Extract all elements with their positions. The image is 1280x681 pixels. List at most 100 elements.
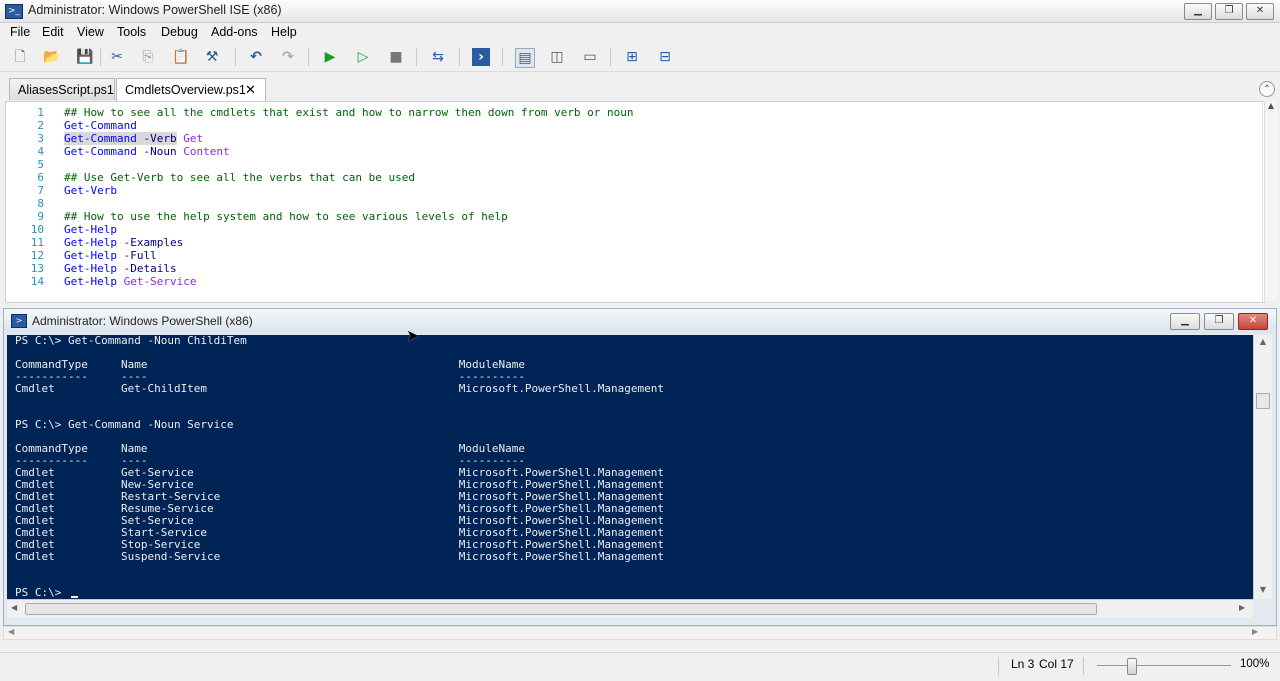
code-line[interactable]: Get-Command -Noun Content [64, 145, 230, 158]
close-button[interactable]: ✕ [1246, 3, 1274, 20]
line-number: 10 [30, 223, 44, 236]
code-line[interactable]: Get-Help -Full [64, 249, 157, 262]
cut-icon[interactable]: ✂ [108, 48, 126, 66]
collapse-script-pane-icon[interactable]: ⌃ [1259, 81, 1275, 97]
line-number: 7 [37, 184, 44, 197]
redo-icon[interactable]: ↷ [279, 48, 297, 66]
console-hscroll-thumb[interactable] [25, 603, 1097, 615]
save-icon[interactable]: 💾 [76, 48, 94, 66]
paste-icon[interactable]: 📋 [172, 48, 190, 66]
console-minimize-button[interactable]: ▁ [1170, 313, 1200, 330]
run-script-icon[interactable]: ▶ [321, 48, 339, 66]
minimize-button[interactable]: ▁ [1184, 3, 1212, 20]
tab-cmdletsoverview[interactable]: CmdletsOverview.ps1 ✕ [116, 78, 266, 102]
menu-addons[interactable]: Add-ons [211, 25, 258, 39]
pane-horizontal-scrollbar[interactable]: ◀ ▶ [3, 626, 1277, 640]
menu-debug[interactable]: Debug [161, 25, 198, 39]
toolbar: 🗋 📂 💾 ✂ ⎘ 📋 ⚒ ↶ ↷ ▶ ▷ ■ ⇆ › ▤ ◫ ▭ ⊞ ⊟ [0, 43, 1280, 72]
console-close-button[interactable]: ✕ [1238, 313, 1268, 330]
console-output[interactable]: PS C:\> Get-Command -Noun ChildiTem Comma… [7, 335, 1253, 599]
scroll-down-arrow-icon[interactable]: ▼ [1254, 585, 1272, 595]
layout-top-icon[interactable]: ▤ [515, 48, 535, 68]
console-vertical-scrollbar[interactable]: ▲ ▼ [1253, 335, 1272, 599]
menu-tools[interactable]: Tools [117, 25, 146, 39]
show-addons-icon[interactable]: ⊟ [656, 48, 674, 66]
scroll-right-arrow-icon[interactable]: ▶ [1252, 627, 1258, 636]
code-line[interactable]: Get-Help Get-Service [64, 275, 196, 288]
code-token: Get-Command [64, 145, 137, 158]
status-separator [1083, 657, 1084, 675]
layout-right-icon[interactable]: ◫ [548, 48, 566, 66]
tab-label: CmdletsOverview.ps1 [125, 83, 246, 97]
undo-icon[interactable]: ↶ [247, 48, 265, 66]
code-token: Get-Command [64, 119, 137, 132]
scroll-left-arrow-icon[interactable]: ◀ [8, 627, 14, 636]
menu-view[interactable]: View [77, 25, 104, 39]
code-line[interactable]: ## Use Get-Verb to see all the verbs tha… [64, 171, 415, 184]
code-token: -Details [123, 262, 177, 275]
clear-console-icon[interactable]: ⚒ [203, 48, 221, 66]
code-token: -Examples [123, 236, 184, 249]
line-number: 14 [30, 275, 44, 288]
show-commands-icon[interactable]: ⊞ [623, 48, 641, 66]
console-output-line: Cmdlet Suspend-Service Microsoft.PowerSh… [15, 550, 665, 563]
maximize-button[interactable]: ❐ [1215, 3, 1243, 20]
code-token: ## How to see all the cmdlets that exist… [64, 106, 634, 119]
menu-edit[interactable]: Edit [42, 25, 64, 39]
scroll-up-arrow-icon[interactable]: ▲ [1265, 101, 1277, 115]
console-caret [71, 596, 78, 598]
scroll-up-arrow-icon[interactable]: ▲ [1254, 337, 1272, 347]
line-number: 1 [37, 106, 44, 119]
code-line[interactable]: Get-Help -Details [64, 262, 177, 275]
powershell-console-icon[interactable]: › [472, 48, 490, 66]
script-editor[interactable]: 1 ## How to see all the cmdlets that exis… [5, 101, 1265, 303]
status-line: Ln 3 [1011, 657, 1035, 671]
open-folder-icon[interactable]: 📂 [43, 48, 61, 66]
code-line[interactable]: Get-Command -Verb Get [64, 132, 203, 145]
code-token: -Verb [143, 132, 177, 145]
run-selection-icon[interactable]: ▷ [354, 48, 372, 66]
code-line[interactable]: ## How to see all the cmdlets that exist… [64, 106, 634, 119]
powershell-ise-icon: >_ [5, 4, 23, 19]
menu-help[interactable]: Help [271, 25, 297, 39]
console-scroll-thumb[interactable] [1256, 393, 1270, 409]
toolbar-separator [610, 48, 611, 66]
stop-icon[interactable]: ■ [387, 48, 405, 66]
console-title-bar: > Administrator: Windows PowerShell (x86… [4, 309, 1276, 333]
editor-scrollbar[interactable] [1262, 102, 1263, 302]
copy-icon[interactable]: ⎘ [139, 48, 157, 66]
console-prompt-line: PS C:\> [15, 586, 68, 599]
mouse-cursor-icon: ➤ [406, 326, 420, 345]
line-number: 3 [37, 132, 44, 145]
code-token: Get [183, 132, 204, 145]
zoom-slider-track[interactable] [1097, 658, 1231, 675]
code-line[interactable]: Get-Help [64, 223, 117, 236]
scroll-left-arrow-icon[interactable]: ◀ [11, 603, 17, 612]
scroll-right-arrow-icon[interactable]: ▶ [1239, 603, 1245, 612]
code-token: Get-Help [64, 236, 117, 249]
code-token: Get-Help [64, 262, 117, 275]
close-tab-icon[interactable]: ✕ [245, 79, 256, 101]
code-token: Content [183, 145, 230, 158]
editor-vertical-scrollbar[interactable]: ▲ [1264, 101, 1277, 301]
console-restore-button[interactable]: ❐ [1204, 313, 1234, 330]
code-token: Get-Service [123, 275, 197, 288]
tab-aliasesscript[interactable]: AliasesScript.ps1 [9, 78, 115, 100]
menu-file[interactable]: File [10, 25, 30, 39]
console-horizontal-scrollbar[interactable]: ◀ ▶ [7, 599, 1253, 618]
code-line[interactable]: ## How to use the help system and how to… [64, 210, 508, 223]
status-column: Col 17 [1039, 657, 1074, 671]
new-file-icon[interactable]: 🗋 [11, 48, 29, 66]
zoom-slider-thumb[interactable] [1126, 658, 1137, 675]
console-output-line: Cmdlet Get-ChildItem Microsoft.PowerShel… [15, 382, 665, 395]
code-token: Get-Help [64, 249, 117, 262]
code-line[interactable]: Get-Help -Examples [64, 236, 183, 249]
code-line[interactable]: Get-Verb [64, 184, 117, 197]
code-token: -Full [123, 249, 157, 262]
code-line[interactable]: Get-Command [64, 119, 137, 132]
remote-powershell-icon[interactable]: ⇆ [429, 48, 447, 66]
layout-max-icon[interactable]: ▭ [581, 48, 599, 66]
